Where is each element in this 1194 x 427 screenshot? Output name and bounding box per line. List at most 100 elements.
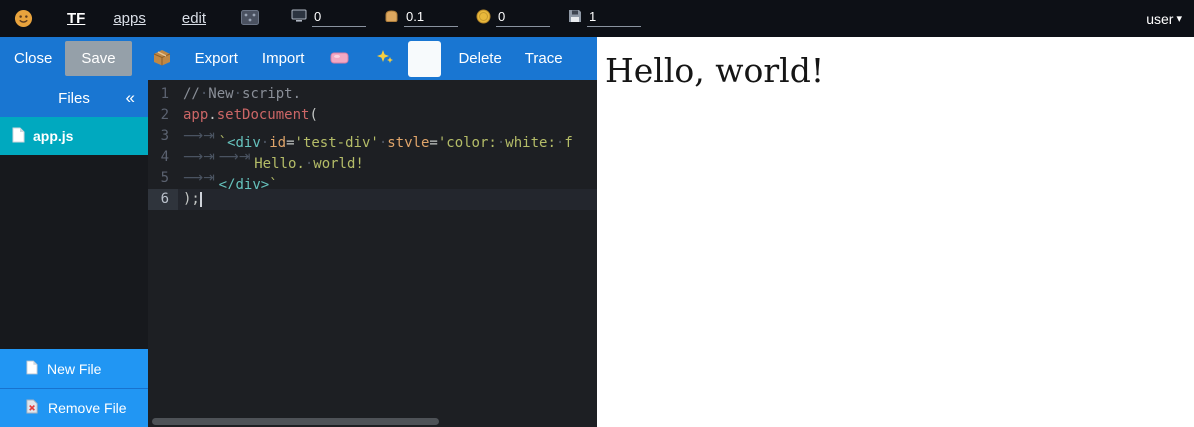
gutter: 123456	[148, 80, 178, 427]
tab-marker: ⟶⇥	[183, 147, 219, 168]
line-number-2: 2	[148, 105, 178, 126]
bread-value-field[interactable]: 0.1	[404, 10, 458, 27]
editor-toolbar: Close Save Export Import	[0, 37, 597, 80]
export-button[interactable]: Export	[195, 50, 238, 67]
new-file-icon	[26, 360, 38, 378]
nav-link-apps[interactable]: apps	[113, 10, 146, 27]
tab-marker: ⟶⇥	[183, 168, 219, 189]
code-token: </div>	[219, 177, 270, 189]
code-token: `	[269, 177, 277, 189]
code-token: );	[183, 191, 200, 207]
collapse-sidebar-icon[interactable]: «	[126, 88, 135, 108]
code-line-6[interactable]: );	[178, 189, 597, 210]
workspace: Files « app.js New File	[0, 80, 597, 427]
blank-button[interactable]	[408, 41, 441, 77]
monitor-icon	[291, 9, 307, 28]
files-title: Files	[58, 90, 90, 107]
stat-bread: 0.1	[384, 9, 458, 28]
soap-button[interactable]	[330, 50, 349, 67]
file-name: app.js	[33, 128, 73, 144]
delete-button[interactable]: Delete	[458, 50, 501, 67]
text-cursor	[200, 192, 202, 207]
code-token: 'test-div'	[295, 135, 379, 147]
soap-icon	[330, 50, 349, 67]
control-panel-icon	[241, 10, 259, 28]
code-token: .	[208, 107, 216, 123]
code-line-2[interactable]: app.setDocument(	[178, 105, 597, 126]
code-token: app	[183, 107, 208, 123]
code-token: `	[219, 135, 227, 147]
preview-pane: Hello, world!	[597, 37, 1194, 427]
user-menu[interactable]: user ▾	[1146, 11, 1182, 27]
smiley-devil-icon	[14, 9, 33, 28]
preview-heading: Hello, world!	[605, 51, 1194, 90]
bread-icon	[384, 9, 399, 28]
floppy-value-field[interactable]: 1	[587, 10, 641, 27]
remove-file-label: Remove File	[48, 400, 127, 416]
file-icon	[12, 127, 25, 146]
line-number-5: 5	[148, 168, 178, 189]
space-dot: ·	[379, 135, 387, 147]
coin-value-field[interactable]: 0	[496, 10, 550, 27]
code-token: Hello,	[254, 156, 305, 168]
code-area[interactable]: //·New·script.app.setDocument(⟶⇥`<div·id…	[178, 80, 597, 427]
new-file-button[interactable]: New File	[0, 349, 148, 388]
package-icon	[153, 49, 171, 69]
line-number-1: 1	[148, 84, 178, 105]
space-dot: ·	[234, 86, 242, 102]
remove-file-button[interactable]: Remove File	[0, 388, 148, 427]
code-token: =	[429, 135, 437, 147]
nav-link-edit[interactable]: edit	[182, 10, 206, 27]
brand-link[interactable]: TF	[67, 10, 85, 27]
stat-monitor: 0	[291, 9, 366, 28]
code-line-4[interactable]: ⟶⇥⟶⇥Hello,·world!	[178, 147, 597, 168]
line-number-3: 3	[148, 126, 178, 147]
code-token: script.	[242, 86, 301, 102]
code-token: 'color:	[438, 135, 497, 147]
stat-coin: 0	[476, 9, 550, 29]
trace-button[interactable]: Trace	[525, 50, 563, 67]
code-token: id	[269, 135, 286, 147]
code-token: //	[183, 86, 200, 102]
horizontal-scrollbar[interactable]	[152, 418, 593, 425]
space-dot: ·	[305, 156, 313, 168]
screen: TF apps edit 0 0.1 0	[0, 0, 1194, 427]
code-token: setDocument	[217, 107, 310, 123]
code-line-1[interactable]: //·New·script.	[178, 84, 597, 105]
sparkles-button[interactable]	[376, 49, 394, 68]
code-editor[interactable]: 123456 //·New·script.app.setDocument(⟶⇥`…	[148, 80, 597, 427]
app-panel: Close Save Export Import	[0, 37, 597, 427]
code-line-3[interactable]: ⟶⇥`<div·id='test-div'·style='color:·whit…	[178, 126, 597, 147]
user-menu-label: user	[1146, 11, 1173, 27]
save-button[interactable]: Save	[65, 41, 131, 76]
code-token: =	[286, 135, 294, 147]
code-token: <div	[227, 135, 261, 147]
content: Close Save Export Import	[0, 37, 1194, 427]
file-list-empty-area	[0, 155, 148, 349]
tab-marker: ⟶⇥	[183, 126, 219, 147]
line-number-6: 6	[148, 189, 178, 210]
close-button[interactable]: Close	[14, 50, 52, 67]
chevron-down-icon: ▾	[1176, 12, 1182, 25]
code-token: f	[564, 135, 572, 147]
floppy-disk-icon	[568, 9, 582, 28]
package-button[interactable]	[153, 49, 171, 69]
files-header: Files «	[0, 80, 148, 117]
import-button[interactable]: Import	[262, 50, 305, 67]
stat-floppy: 1	[568, 9, 641, 28]
line-number-4: 4	[148, 147, 178, 168]
tab-marker: ⟶⇥	[219, 147, 255, 168]
control-panel-button[interactable]	[241, 10, 259, 28]
scrollbar-thumb[interactable]	[152, 418, 439, 425]
monitor-value-field[interactable]: 0	[312, 10, 366, 27]
coin-icon	[476, 9, 491, 29]
code-token: (	[309, 107, 317, 123]
code-token: white;	[505, 135, 556, 147]
topbar: TF apps edit 0 0.1 0	[0, 0, 1194, 37]
code-token: world!	[313, 156, 364, 168]
code-token: New	[208, 86, 233, 102]
remove-file-icon	[26, 399, 39, 417]
file-item-appjs[interactable]: app.js	[0, 117, 148, 155]
sparkles-icon	[376, 49, 394, 68]
code-line-5[interactable]: ⟶⇥</div>`	[178, 168, 597, 189]
